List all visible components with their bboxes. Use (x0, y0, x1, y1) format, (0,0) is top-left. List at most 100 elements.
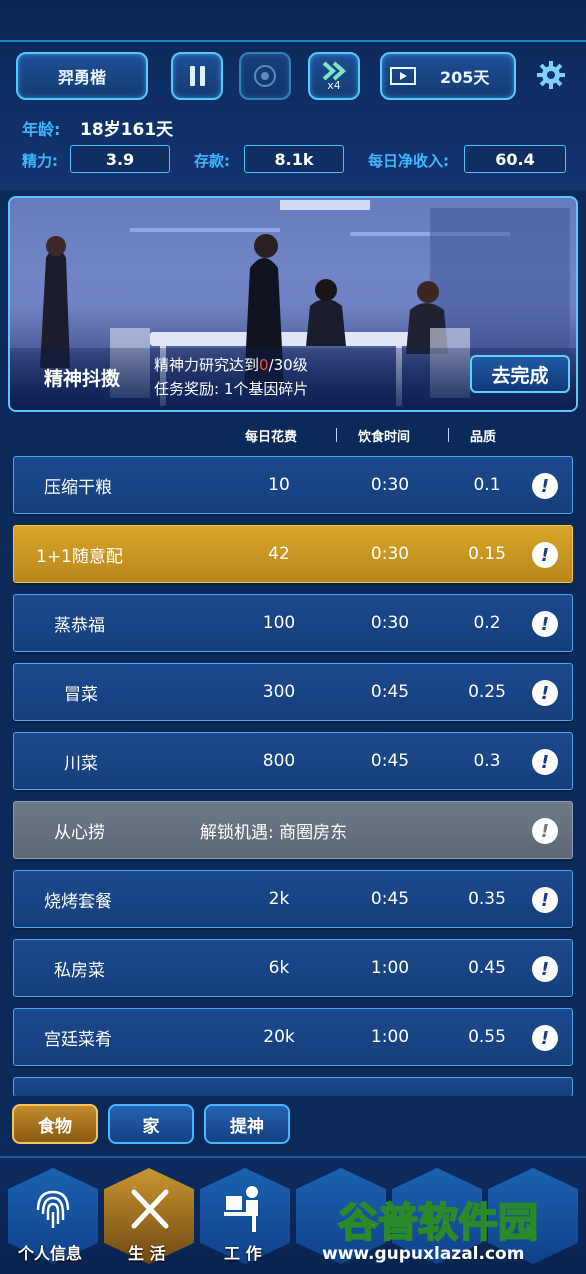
pause-button[interactable] (171, 52, 223, 100)
nav-label-work: 工 作 (224, 1244, 262, 1263)
info-icon[interactable]: ! (532, 680, 558, 706)
watermark-url: www.gupuxlazal.com (322, 1244, 525, 1264)
food-name: 川菜 (64, 753, 98, 774)
food-cost: 6k (268, 958, 290, 978)
food-name: 压缩干粮 (44, 477, 112, 498)
energy-label: 精力: (22, 152, 58, 170)
food-quality: 0.35 (468, 889, 506, 909)
food-cost: 10 (268, 475, 290, 495)
food-row[interactable]: 烧烤套餐 2k 0:45 0.35 ! (13, 870, 573, 928)
food-quality: 0.2 (473, 613, 501, 633)
food-name: 1+1随意配 (36, 546, 123, 567)
food-row[interactable]: 冒菜 300 0:45 0.25 ! (13, 663, 573, 721)
requirement-prefix: 精神力研究达到 (154, 356, 260, 374)
speed-button[interactable]: x4 (308, 52, 360, 100)
watermark-title: 谷普软件园 (337, 1199, 539, 1247)
fast-forward-icon (322, 61, 347, 80)
category-tabs: 食物 家 提神 (0, 1096, 586, 1154)
food-row-selected[interactable]: 1+1随意配 42 0:30 0.15 ! (13, 525, 573, 583)
savings-value: 8.1k (244, 145, 344, 173)
food-time: 0:45 (370, 751, 410, 771)
food-quality: 0.45 (468, 958, 506, 978)
food-time: 0:30 (370, 475, 410, 495)
food-name: 私房菜 (54, 960, 105, 981)
tab-food[interactable]: 食物 (12, 1104, 98, 1144)
food-time: 0:45 (370, 682, 410, 702)
info-icon[interactable]: ! (532, 1025, 558, 1051)
column-header-quality: 品质 (470, 430, 497, 445)
record-button[interactable] (239, 52, 291, 100)
food-time: 1:00 (370, 1027, 410, 1047)
food-cost: 800 (262, 751, 296, 771)
nav-label-life: 生 活 (128, 1244, 166, 1263)
day-count: 205天 (440, 68, 490, 87)
food-row-locked[interactable]: 从心捞 解锁机遇: 商圈房东 ! (13, 801, 573, 859)
speed-label: x4 (327, 78, 341, 92)
energy-value: 3.9 (70, 145, 170, 173)
go-complete-button[interactable]: 去完成 (470, 355, 570, 393)
food-cost: 100 (262, 613, 296, 633)
food-row[interactable]: 私房菜 6k 1:00 0.45 ! (13, 939, 573, 997)
food-name: 从心捞 (54, 822, 105, 843)
info-icon[interactable]: ! (532, 818, 558, 844)
column-divider (448, 428, 449, 442)
food-quality: 0.1 (473, 475, 501, 495)
requirement-suffix: /30级 (268, 356, 308, 374)
food-time: 1:00 (370, 958, 410, 978)
task-reward: 任务奖励: 1个基因碎片 (154, 380, 309, 398)
food-cost: 42 (268, 544, 290, 564)
food-time: 0:30 (370, 544, 410, 564)
info-icon[interactable]: ! (532, 749, 558, 775)
pause-icon (189, 66, 205, 86)
info-icon[interactable]: ! (532, 542, 558, 568)
info-icon[interactable]: ! (532, 473, 558, 499)
food-quality: 0.15 (468, 544, 506, 564)
food-row[interactable]: 压缩干粮 10 0:30 0.1 ! (13, 456, 573, 514)
info-icon[interactable]: ! (532, 887, 558, 913)
player-name: 羿勇楷 (57, 68, 106, 87)
info-icon[interactable]: ! (532, 611, 558, 637)
work-desk-icon (224, 1186, 258, 1232)
food-quality: 0.55 (468, 1027, 506, 1047)
food-cost: 20k (263, 1027, 295, 1047)
record-icon (254, 65, 276, 87)
food-time: 0:45 (370, 889, 410, 909)
food-quality: 0.3 (473, 751, 501, 771)
savings-label: 存款: (194, 152, 230, 170)
age-value: 18岁161天 (80, 120, 174, 140)
food-cost: 2k (268, 889, 290, 909)
day-counter-button[interactable]: 205天 (380, 52, 516, 100)
fingerprint-icon (36, 1190, 70, 1228)
income-value: 60.4 (464, 145, 566, 173)
food-row[interactable]: 蒸恭福 100 0:30 0.2 ! (13, 594, 573, 652)
food-row[interactable]: 川菜 800 0:45 0.3 ! (13, 732, 573, 790)
nav-label-personal-info: 个人信息 (18, 1244, 83, 1263)
food-row[interactable]: 宫廷菜肴 20k 1:00 0.55 ! (13, 1008, 573, 1066)
food-name: 宫廷菜肴 (44, 1029, 112, 1050)
age-label: 年龄: (22, 120, 61, 139)
food-cost: 300 (262, 682, 296, 702)
player-name-button[interactable]: 羿勇楷 (16, 52, 148, 100)
food-row-partial[interactable] (13, 1077, 573, 1097)
task-title: 精神抖擞 (44, 368, 121, 390)
top-bar: 羿勇楷 x4 205天 年龄: 18岁161天 精力: 3.9 存款: 8.1k… (0, 0, 586, 190)
unlock-requirement: 解锁机遇: 商圈房东 (200, 822, 348, 843)
column-header-time: 饮食时间 (358, 430, 411, 445)
requirement-current: 0 (259, 356, 269, 374)
income-label: 每日净收入: (368, 152, 449, 170)
column-header-cost: 每日花费 (245, 430, 298, 445)
column-divider (336, 428, 337, 442)
film-icon (390, 67, 416, 85)
food-time: 0:30 (370, 613, 410, 633)
stats-panel: 年龄: 18岁161天 精力: 3.9 存款: 8.1k 每日净收入: 60.4 (0, 108, 586, 188)
info-icon[interactable]: ! (532, 956, 558, 982)
food-quality: 0.25 (468, 682, 506, 702)
tab-home[interactable]: 家 (108, 1104, 194, 1144)
task-banner: 精神抖擞 精神力研究达到0/30级 任务奖励: 1个基因碎片 去完成 (8, 196, 578, 412)
task-requirement: 精神力研究达到0/30级 (154, 354, 308, 375)
food-name: 蒸恭福 (54, 615, 105, 636)
gear-icon[interactable] (536, 60, 566, 90)
fork-knife-icon (131, 1189, 169, 1229)
food-name: 烧烤套餐 (44, 891, 112, 912)
tab-refresh[interactable]: 提神 (204, 1104, 290, 1144)
